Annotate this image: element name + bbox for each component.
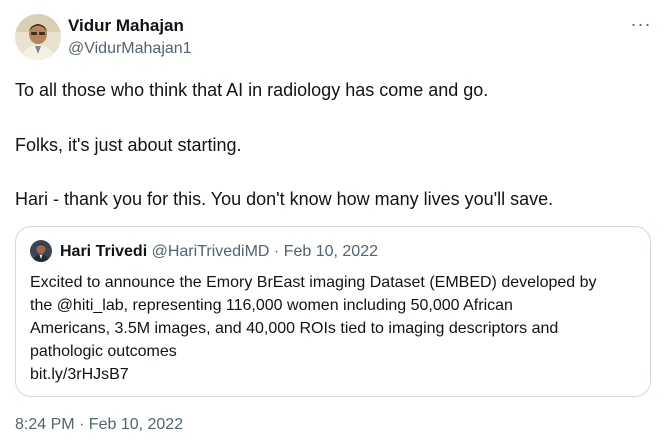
- author-handle[interactable]: @VidurMahajan1: [68, 39, 192, 59]
- tweet-text-line: Folks, it's just about starting.: [15, 135, 242, 155]
- author-name[interactable]: Vidur Mahajan: [68, 16, 184, 36]
- quoted-author-avatar[interactable]: [30, 240, 52, 262]
- tweet-text-line: Hari - thank you for this. You don't kno…: [15, 189, 554, 209]
- tweet-timestamp[interactable]: 8:24 PM · Feb 10, 2022: [15, 415, 183, 435]
- more-options-button[interactable]: ···: [626, 14, 656, 40]
- quoted-text-line: pathologic outcomes: [30, 343, 177, 360]
- quoted-text-line: Americans, 3.5M images, and 40,000 ROIs …: [30, 320, 559, 337]
- quoted-link[interactable]: bit.ly/3rHJsB7: [30, 364, 129, 386]
- tweet-text-line: To all those who think that AI in radiol…: [15, 80, 489, 100]
- quoted-header: Hari Trivedi @HariTrivediMD · Feb 10, 20…: [60, 242, 378, 262]
- more-horizontal-icon: ···: [630, 14, 652, 34]
- quoted-author-name[interactable]: Hari Trivedi: [60, 243, 147, 260]
- quoted-text-line: Excited to announce the Emory BrEast ima…: [30, 274, 597, 291]
- author-avatar[interactable]: [15, 14, 61, 60]
- quoted-tweet-card[interactable]: Hari Trivedi @HariTrivediMD · Feb 10, 20…: [15, 226, 651, 397]
- quoted-text-line: the @hiti_lab, representing 116,000 wome…: [30, 297, 513, 314]
- quoted-author-meta: @HariTrivediMD · Feb 10, 2022: [151, 243, 378, 260]
- tweet: Vidur Mahajan @VidurMahajan1 ··· To all …: [0, 0, 670, 447]
